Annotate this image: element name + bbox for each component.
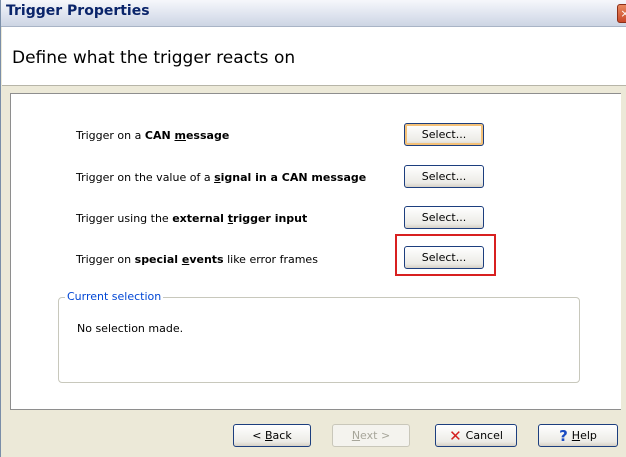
title-bar[interactable]: Trigger Properties × [1, 0, 626, 27]
header-panel: Define what the trigger reacts on [2, 27, 626, 86]
cancel-x-icon: ✕ [449, 426, 462, 445]
current-selection-legend: Current selection [65, 290, 164, 303]
row-text: like error frames [223, 253, 318, 266]
next-accelerator: N [351, 429, 361, 442]
row-bold-text: special [134, 253, 182, 266]
close-icon: × [620, 7, 626, 20]
next-label: ext > [360, 429, 391, 442]
row-text: Trigger on a [76, 129, 145, 142]
row-text: Trigger on [76, 253, 135, 266]
row-bold-text: rigger input [233, 212, 308, 225]
back-button[interactable]: < Back [233, 424, 311, 447]
close-button[interactable]: × [617, 4, 626, 23]
row-bold-text: external [172, 212, 228, 225]
back-accelerator: B [265, 429, 273, 442]
select-can-message-button[interactable]: Select... [404, 123, 484, 146]
current-selection-group: Current selection No selection made. [58, 290, 580, 383]
help-accelerator: H [571, 429, 581, 442]
row-bold-text: CAN [144, 129, 175, 142]
signal-label: Trigger on the value of a signal in a CA… [76, 171, 366, 184]
can-message-label: Trigger on a CAN message [76, 129, 229, 142]
current-selection-text: No selection made. [77, 322, 184, 335]
select-signal-button[interactable]: Select... [404, 165, 484, 188]
row-bold-text: essage [185, 129, 230, 142]
help-question-icon: ? [559, 426, 568, 445]
row-text: Trigger on the value of a [76, 171, 215, 184]
content-panel: Trigger on a CAN message Select... Trigg… [10, 93, 621, 410]
row-bold-text: vents [189, 253, 224, 266]
window-title: Trigger Properties [6, 3, 150, 19]
select-external-trigger-button[interactable]: Select... [404, 206, 484, 229]
row-text: Trigger using the [76, 212, 173, 225]
help-button[interactable]: ? Help [538, 424, 618, 447]
back-arrow-icon: < [252, 429, 265, 442]
external-trigger-label: Trigger using the external trigger input [76, 212, 307, 225]
help-label: elp [580, 429, 597, 442]
cancel-label: Cancel [465, 429, 503, 442]
select-special-events-button[interactable]: Select... [404, 246, 484, 269]
cancel-button[interactable]: ✕ Cancel [435, 424, 517, 447]
trigger-properties-dialog: Trigger Properties × Define what the tri… [0, 0, 626, 457]
row-accelerator: m [174, 129, 186, 142]
next-button[interactable]: Next > [332, 424, 410, 447]
page-title: Define what the trigger reacts on [12, 48, 296, 68]
row-bold-text: ignal in a CAN message [220, 171, 367, 184]
back-label: ack [272, 429, 292, 442]
special-events-label: Trigger on special events like error fra… [76, 253, 318, 266]
